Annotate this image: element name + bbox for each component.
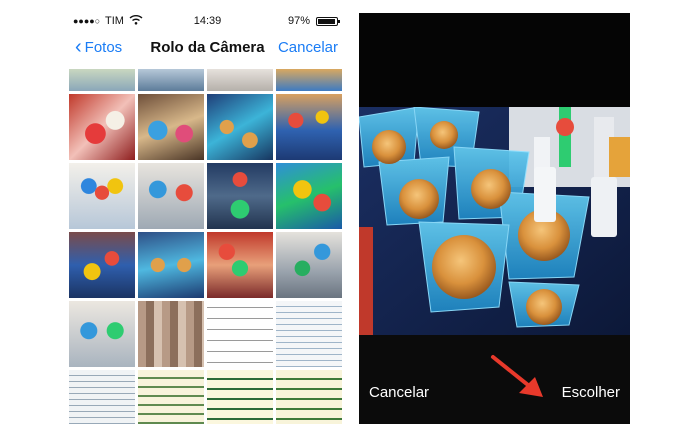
photo-thumbnail[interactable] [276, 69, 342, 91]
photo-thumbnail[interactable] [69, 163, 135, 229]
photo-thumbnail[interactable] [138, 94, 204, 160]
navigation-bar: ‹ Fotos Rolo da Câmera Cancelar [69, 29, 346, 69]
photo-preview-screen: Cancelar Escolher [359, 13, 630, 424]
photo-thumbnail[interactable] [207, 163, 273, 229]
photo-thumbnail[interactable] [276, 94, 342, 160]
bottom-toolbar: Cancelar Escolher [359, 335, 630, 424]
battery-icon [316, 17, 340, 26]
photo-thumbnail[interactable] [69, 370, 135, 424]
choose-button[interactable]: Escolher [562, 384, 620, 401]
photo-thumbnail[interactable] [138, 232, 204, 298]
cancel-button[interactable]: Cancelar [278, 39, 338, 56]
cancel-button[interactable]: Cancelar [369, 384, 429, 401]
photo-thumbnail[interactable] [276, 163, 342, 229]
photo-thumbnail[interactable] [69, 69, 135, 91]
photo-thumbnail[interactable] [276, 301, 342, 367]
photo-thumbnail[interactable] [138, 301, 204, 367]
status-bar: ●●●●○ TIM 14:39 97% [69, 13, 346, 29]
photo-thumbnail[interactable] [69, 301, 135, 367]
camera-roll-screen: ●●●●○ TIM 14:39 97% ‹ Fotos Rolo da Câme… [69, 13, 346, 424]
photo-thumbnail[interactable] [138, 163, 204, 229]
photo-thumbnail[interactable] [207, 69, 273, 91]
photo-thumbnail[interactable] [207, 232, 273, 298]
photo-thumbnail[interactable] [207, 301, 273, 367]
photo-thumbnail[interactable] [276, 370, 342, 424]
red-arrow-icon [491, 355, 543, 397]
photo-thumbnail[interactable] [69, 94, 135, 160]
selected-photo [359, 107, 630, 335]
photo-thumbnail[interactable] [69, 232, 135, 298]
battery-percent: 97% [287, 15, 310, 27]
photo-thumbnail[interactable] [207, 370, 273, 424]
photo-thumbnail[interactable] [138, 69, 204, 91]
photo-grid [69, 69, 346, 424]
photo-thumbnail[interactable] [207, 94, 273, 160]
photo-thumbnail[interactable] [138, 370, 204, 424]
photo-thumbnail[interactable] [276, 232, 342, 298]
